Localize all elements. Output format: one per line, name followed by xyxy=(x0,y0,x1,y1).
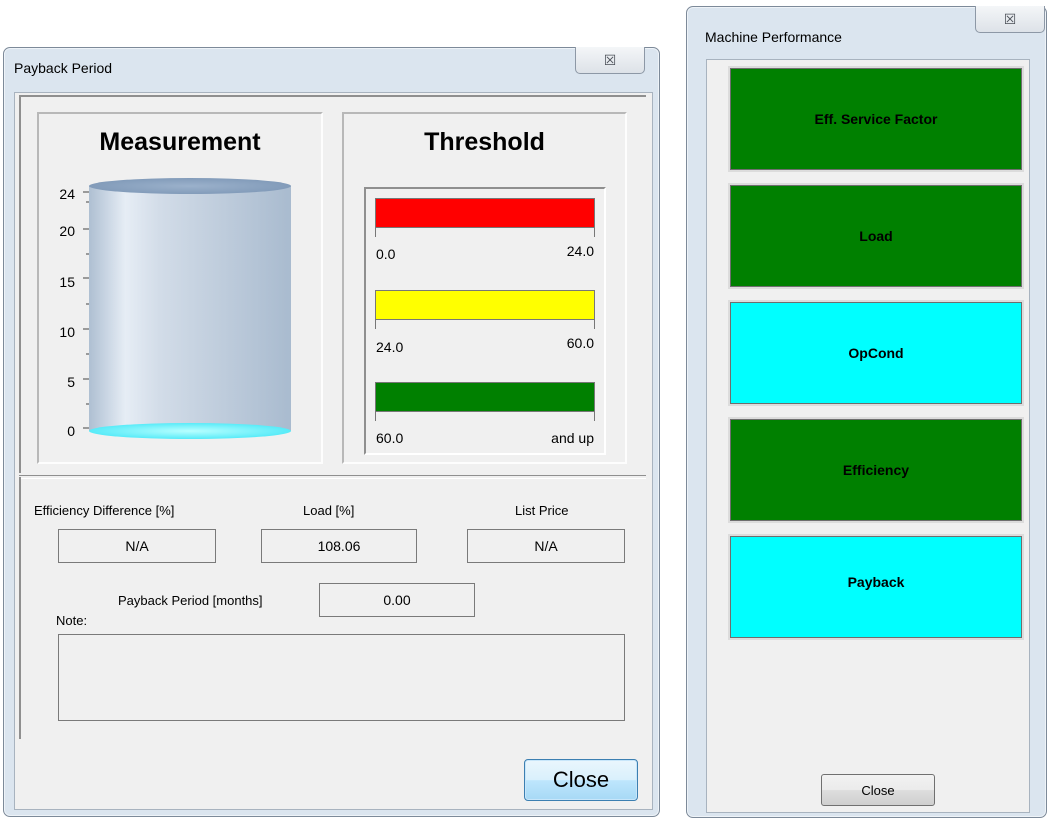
tick-label: 5 xyxy=(67,374,75,390)
tick-label: 24 xyxy=(59,186,75,202)
threshold-bar-yellow xyxy=(375,290,595,320)
window-title: Machine Performance xyxy=(705,29,842,45)
threshold-tick xyxy=(594,228,595,237)
threshold-tick xyxy=(375,320,376,329)
button-label: Load xyxy=(859,228,893,244)
window-close-button[interactable]: ☒ xyxy=(575,47,645,74)
threshold-panel: Threshold 0.0 24.0 24.0 60.0 60.0 and up xyxy=(342,112,627,464)
opcond-button[interactable]: OpCond xyxy=(728,300,1024,406)
button-label: Eff. Service Factor xyxy=(814,111,938,127)
section-left-edge xyxy=(19,477,21,739)
threshold-title: Threshold xyxy=(424,128,545,156)
payback-button[interactable]: Payback xyxy=(728,534,1024,640)
cylinder-fill-level xyxy=(89,423,291,439)
threshold-bar-red xyxy=(375,198,595,228)
tick-label: 15 xyxy=(59,274,75,290)
threshold-tick xyxy=(594,412,595,421)
cylinder-gauge xyxy=(83,178,291,439)
threshold-tick xyxy=(594,320,595,329)
threshold-low-label: 24.0 xyxy=(376,339,404,355)
threshold-low-label: 0.0 xyxy=(376,246,396,262)
close-button[interactable]: Close xyxy=(524,759,638,801)
threshold-high-label: 60.0 xyxy=(566,335,594,351)
note-label: Note: xyxy=(56,613,88,628)
payback-period-field: 0.00 xyxy=(319,583,475,617)
button-label: Payback xyxy=(847,574,905,590)
threshold-low-label: 60.0 xyxy=(376,430,404,446)
button-label: Efficiency xyxy=(842,462,910,478)
load-button[interactable]: Load xyxy=(728,183,1024,289)
window-close-button[interactable]: ☒ xyxy=(975,6,1045,33)
window-content: Measurement 24 20 15 10 5 0 Threshold 0.… xyxy=(14,92,653,810)
window-content: Eff. Service Factor Load OpCond Efficien… xyxy=(706,59,1030,813)
efficiency-difference-field: N/A xyxy=(58,529,216,563)
threshold-tick xyxy=(375,412,376,421)
close-button[interactable]: Close xyxy=(821,774,935,806)
threshold-high-label: and up xyxy=(551,430,594,446)
load-field: 108.06 xyxy=(261,529,417,563)
cylinder-body xyxy=(89,186,291,431)
measurement-title: Measurement xyxy=(99,128,261,156)
threshold-legend: 0.0 24.0 24.0 60.0 60.0 and up xyxy=(364,187,606,455)
payback-period-label: Payback Period [months] xyxy=(118,593,263,608)
efficiency-difference-label: Efficiency Difference [%] xyxy=(34,503,175,518)
tick-label: 0 xyxy=(67,423,75,439)
list-price-label: List Price xyxy=(515,503,569,518)
window-title: Payback Period xyxy=(14,60,113,76)
list-price-field: N/A xyxy=(467,529,625,563)
measurement-panel: Measurement 24 20 15 10 5 0 xyxy=(37,112,323,464)
load-label: Load [%] xyxy=(303,503,355,518)
machine-performance-window: Machine Performance ☒ Eff. Service Facto… xyxy=(686,6,1047,818)
section-divider xyxy=(19,475,646,479)
payback-period-window: Payback Period ☒ Measurement 24 20 15 10… xyxy=(3,47,660,817)
threshold-tick xyxy=(375,228,376,237)
close-icon: ☒ xyxy=(603,51,617,68)
close-icon: ☒ xyxy=(1003,10,1017,27)
cylinder-top xyxy=(89,178,291,194)
efficiency-button[interactable]: Efficiency xyxy=(728,417,1024,523)
tick-label: 20 xyxy=(59,223,75,239)
eff-service-factor-button[interactable]: Eff. Service Factor xyxy=(728,66,1024,172)
threshold-bar-green xyxy=(375,382,595,412)
threshold-high-label: 24.0 xyxy=(566,243,594,259)
note-textarea[interactable] xyxy=(58,634,625,721)
tick-label: 10 xyxy=(59,324,75,340)
button-label: OpCond xyxy=(848,345,904,361)
